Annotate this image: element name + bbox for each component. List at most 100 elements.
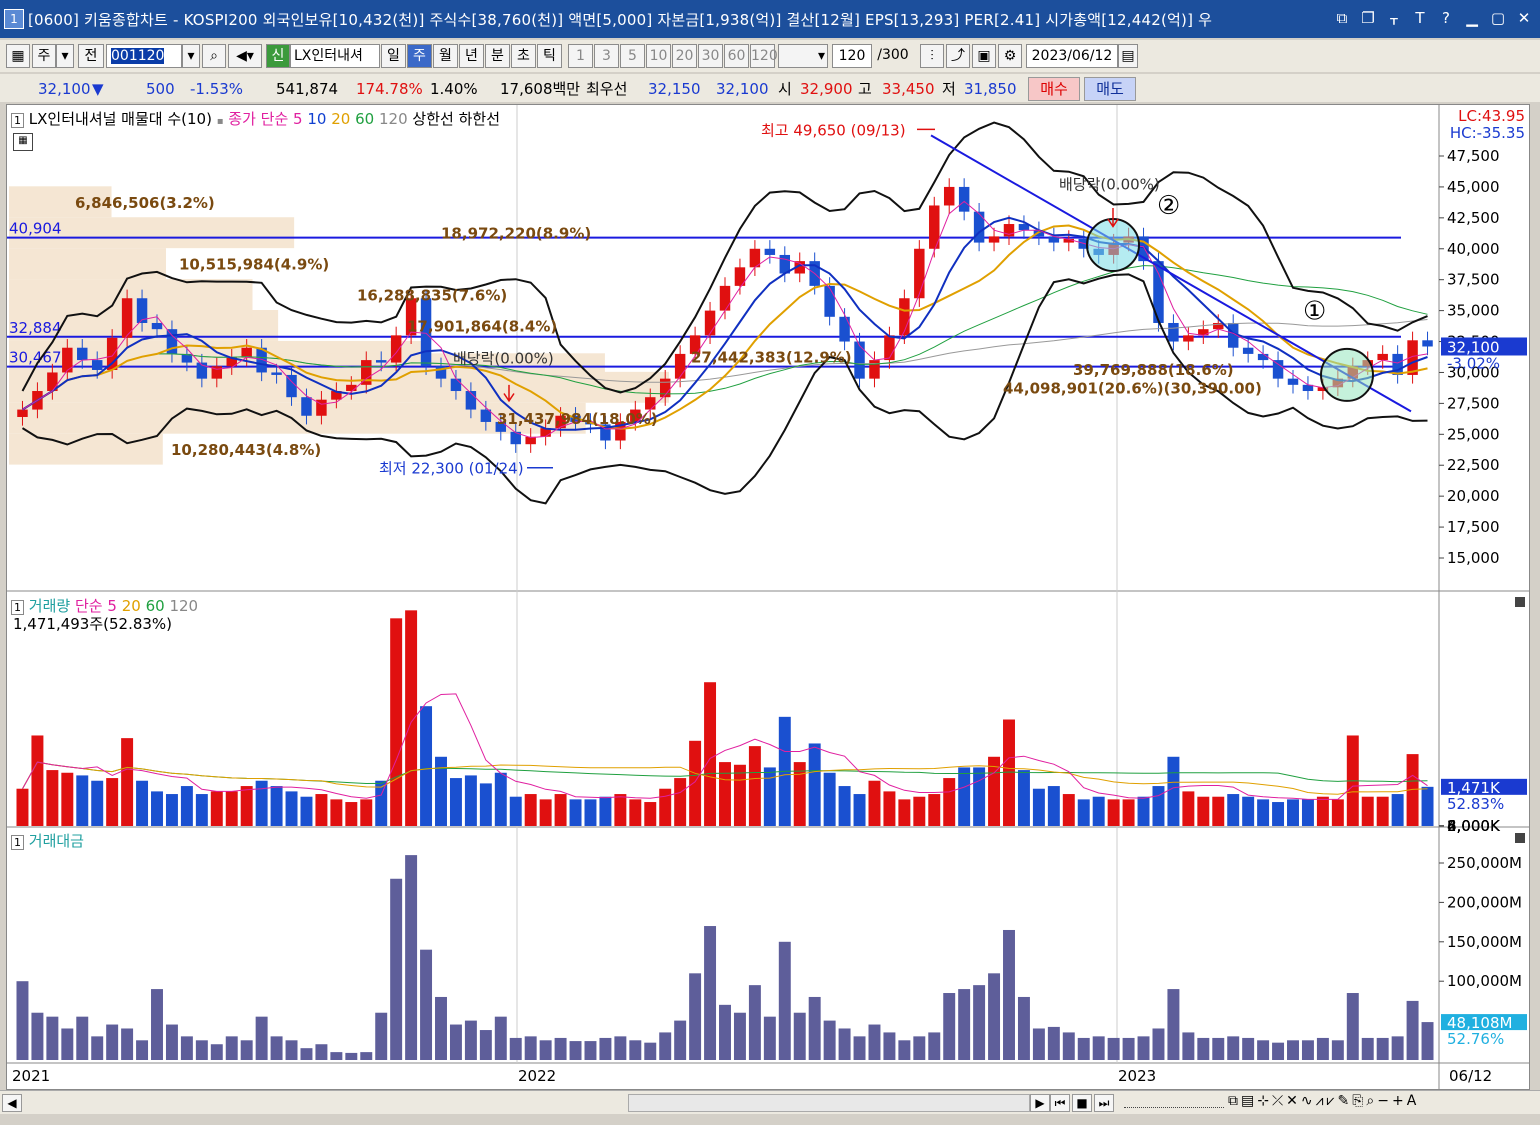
period-button[interactable]: 년 [459,44,484,68]
scroll-thumb[interactable] [628,1094,1030,1112]
maximize-icon[interactable]: ▢ [1488,8,1508,28]
interval-button[interactable]: 3 [594,44,619,68]
amount-axis-label: 250,000M [1447,854,1522,872]
volume-bar [614,794,627,826]
stock-code-input[interactable]: 001120 [106,44,182,68]
volume-bar [1047,786,1060,826]
line-tool-icon[interactable]: ⤫ [1272,1093,1283,1109]
pen-tool-icon[interactable]: ✎ [1337,1093,1349,1109]
period-button[interactable]: 일 [381,44,406,68]
interval-custom-select[interactable]: ▾ [778,44,828,68]
crosshair-icon[interactable]: ⊹ [1257,1093,1269,1109]
period-button[interactable]: 월 [433,44,458,68]
amount-bar [1421,1022,1434,1060]
stop-icon[interactable]: ■ [1072,1094,1092,1112]
view-mode-button[interactable]: 전 [78,44,104,68]
chart-canvas[interactable]: 40,904 32,884 30,467 ② ① 6,846,506(3.2%) 18,97… [7,105,1529,1089]
volume-bar [390,618,403,826]
volume-bar [524,794,537,826]
zoom-slider[interactable] [1124,1097,1224,1108]
text-tool-icon[interactable]: A [1407,1093,1417,1109]
amount-bar [1391,1036,1404,1060]
volume-bar [973,767,986,826]
legend-lower[interactable]: 하한선 [459,110,500,128]
horizontal-line-label: 40,904 [9,220,62,238]
wave-tool-icon[interactable]: ∿ [1301,1093,1313,1109]
interval-button[interactable]: 20 [672,44,697,68]
legend-ma[interactable]: 종가 단순 [228,110,288,128]
date-input[interactable]: 2023/06/12 [1026,44,1118,68]
legend-period-60[interactable]: 60 [355,110,374,128]
period-button[interactable]: 분 [485,44,510,68]
save-icon[interactable]: ▣ [972,44,996,68]
period-button[interactable]: 주 [407,44,432,68]
market-select[interactable]: 주 [32,44,56,68]
amount-bar [165,1024,178,1060]
interval-button[interactable]: 60 [724,44,749,68]
candle-body [854,341,865,379]
legend-period-120[interactable]: 120 [379,110,408,128]
trend-icon[interactable]: ⤴ [946,44,970,68]
restore-window-icon[interactable]: ❐ [1358,8,1378,28]
period-button[interactable]: 틱 [537,44,562,68]
legend-period-5[interactable]: 5 [293,110,303,128]
zoom-in-icon[interactable]: + [1392,1093,1404,1109]
zoom-search-icon[interactable]: ⌕ [1366,1093,1374,1109]
legend-name[interactable]: LX인터내셔널 매물대 수(10) [29,110,212,128]
layout-icon[interactable]: ▤ [1241,1093,1254,1109]
interval-button[interactable]: 30 [698,44,723,68]
amount-bar [1406,1000,1419,1060]
amount-legend-name[interactable]: 거래대금 [29,832,84,850]
amount-bar [1361,1037,1374,1060]
volume-bar [1077,799,1090,826]
minimize-icon[interactable]: ▁ [1462,8,1482,28]
fib-tool-icon[interactable]: ⩗ [1327,1093,1335,1109]
stock-name-field[interactable]: LX인터내셔 [290,44,380,68]
help-icon[interactable]: ? [1436,8,1456,28]
speaker-icon[interactable]: ◀▾ [228,44,262,68]
chart-area[interactable]: 40,904 32,884 30,467 ② ① 6,846,506(3.2%) 18,97… [6,104,1530,1090]
toolbar-grip-icon[interactable]: ▦ [6,44,30,68]
interval-button[interactable]: 10 [646,44,671,68]
settings-gear-icon[interactable]: ⚙ [998,44,1022,68]
text-icon[interactable]: T [1410,8,1430,28]
interval-button[interactable]: 120 [750,44,778,68]
volume-legend-period-120[interactable]: 120 [169,597,198,615]
volume-bar [315,794,328,826]
stock-code-value: 001120 [111,48,165,64]
search-icon[interactable]: ⌕ [202,44,226,68]
legend-upper[interactable]: 상한선 [412,110,453,128]
table-icon[interactable]: ▦ [13,133,33,151]
copy-icon[interactable]: ⎘ [1352,1093,1363,1109]
interval-button[interactable]: 5 [620,44,645,68]
legend-period-20[interactable]: 20 [331,110,350,128]
period-button[interactable]: 초 [511,44,536,68]
interval-button[interactable]: 1 [568,44,593,68]
amount-bar [1212,1037,1225,1060]
count-input[interactable]: 120 [832,44,872,68]
scroll-right-icon[interactable]: ▶ [1030,1094,1050,1112]
pattern-tool-icon[interactable]: ⩘ [1316,1093,1324,1109]
sell-button[interactable]: 매도 [1084,77,1136,101]
market-dropdown-icon[interactable]: ▾ [56,44,74,68]
volume-bar [16,788,29,826]
legend-period-10[interactable]: 10 [307,110,326,128]
window-split-icon[interactable]: ⧉ [1228,1093,1238,1109]
buy-button[interactable]: 매수 [1028,77,1080,101]
close-icon[interactable]: ✕ [1514,8,1534,28]
pin-icon[interactable]: ᚁ [1384,8,1404,28]
volume-bar [868,780,881,826]
next-page-icon[interactable]: ⏭ [1094,1094,1114,1112]
candle-body [884,335,895,361]
calendar-icon[interactable]: ▤ [1118,44,1138,68]
first-page-icon[interactable]: ⏮ [1050,1094,1070,1112]
cross-tool-icon[interactable]: ✕ [1286,1093,1298,1109]
bottom-scrollbar[interactable]: ◀ ▶ ⏮ ■ ⏭ ⧉ ▤ ⊹ ⤫ ✕ ∿ ⩘ ⩗ ✎ ⎘ ⌕ − + A [0,1090,1540,1115]
volume-bar [823,772,836,826]
scroll-left-icon[interactable]: ◀ [2,1094,22,1112]
zoom-out-icon[interactable]: − [1377,1093,1389,1109]
amount-bar [883,1032,896,1060]
indicator-icon[interactable]: ⫶ [920,44,944,68]
code-dropdown-icon[interactable]: ▾ [182,44,200,68]
tile-icon[interactable]: ⧉ [1332,8,1352,28]
